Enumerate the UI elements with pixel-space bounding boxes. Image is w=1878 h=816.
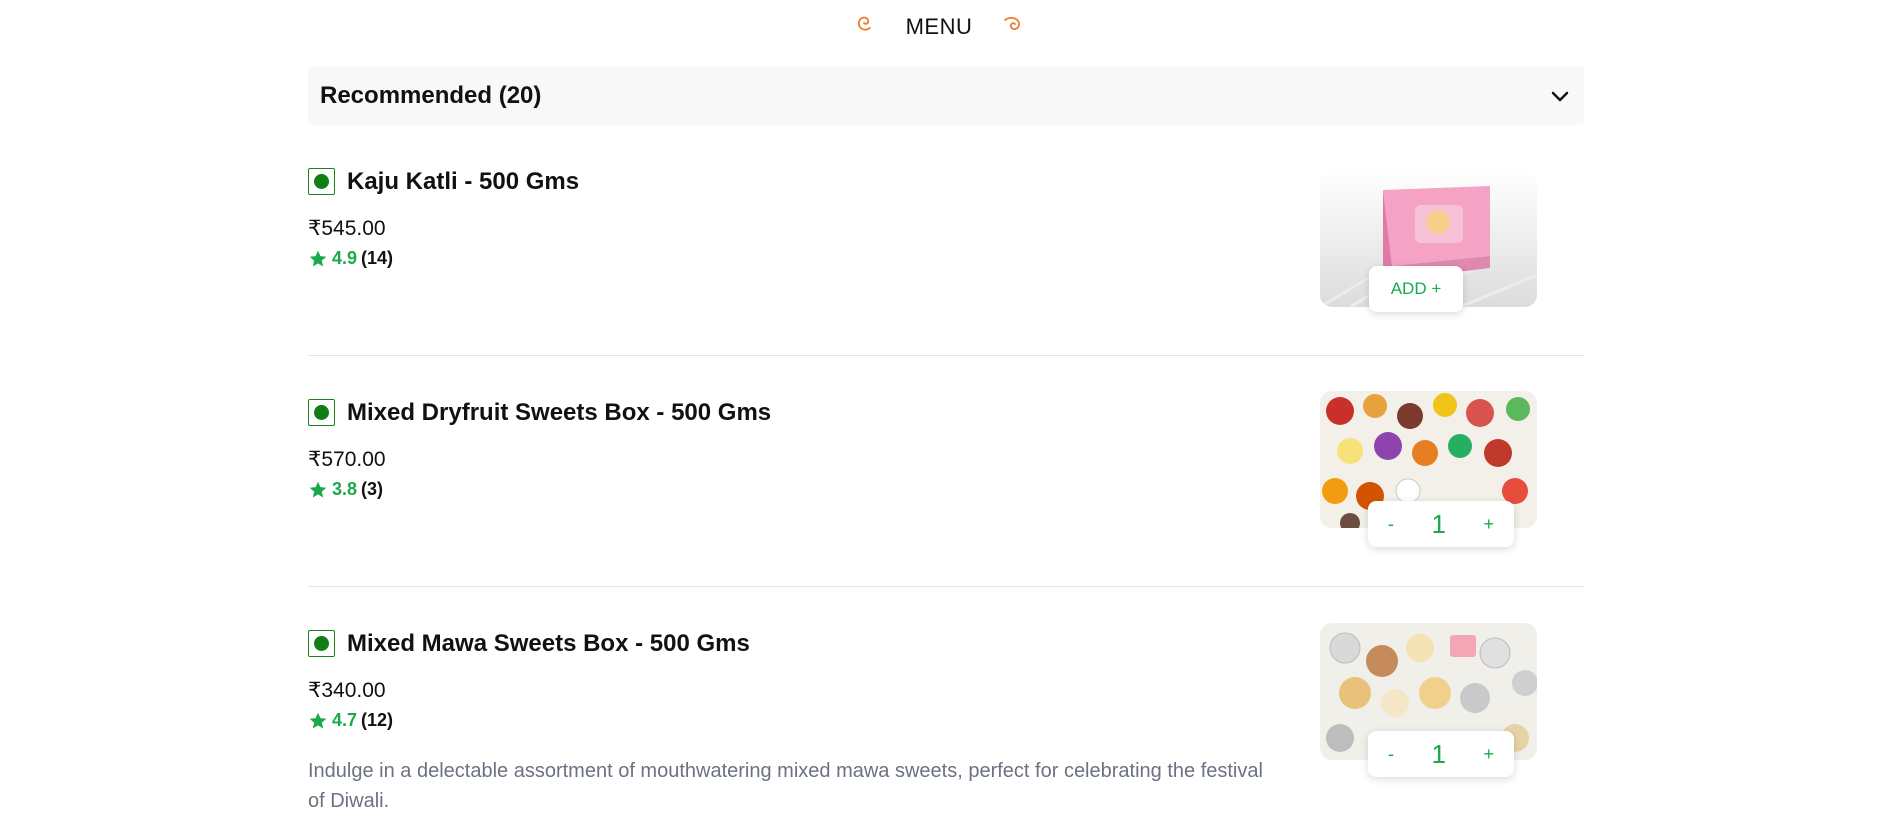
item-price: ₹545.00 [308, 217, 386, 240]
rating-count: (12) [361, 710, 394, 730]
rating-score: 3.8 [332, 479, 358, 499]
swirl-left-icon [857, 16, 871, 31]
star-icon [309, 481, 327, 497]
section-recommended-toggle[interactable]: Recommended (20) [308, 66, 1584, 125]
item-name: Mixed Mawa Sweets Box - 500 Gms [347, 630, 750, 657]
increase-quantity-button[interactable]: + [1483, 744, 1494, 765]
quantity-value: 1 [1431, 738, 1446, 769]
decrease-quantity-button[interactable]: - [1388, 744, 1394, 765]
veg-icon [308, 399, 335, 426]
menu-header: MENU [0, 0, 1878, 54]
increase-quantity-button[interactable]: + [1483, 514, 1494, 535]
swirl-right-icon [1004, 17, 1021, 31]
add-to-cart-button[interactable]: ADD + [1369, 266, 1463, 312]
item-rating: 3.8 (3) [308, 479, 383, 500]
item-divider [308, 355, 1584, 356]
item-price: ₹570.00 [308, 448, 386, 471]
item-divider [308, 586, 1584, 587]
rating-count: (3) [361, 479, 384, 499]
rating-score: 4.7 [332, 710, 358, 730]
rating-count: (14) [361, 248, 394, 268]
item-description: Indulge in a delectable assortment of mo… [308, 760, 1263, 812]
item-price: ₹340.00 [308, 679, 386, 702]
item-name: Kaju Katli - 500 Gms [347, 168, 580, 195]
menu-item: Mixed Dryfruit Sweets Box - 500 Gms ₹570… [308, 391, 1584, 587]
item-name: Mixed Dryfruit Sweets Box - 500 Gms [347, 399, 772, 426]
veg-icon [308, 630, 335, 657]
section-title: Recommended (20) [320, 81, 542, 109]
quantity-value: 1 [1431, 508, 1446, 539]
item-rating: 4.7 (12) [308, 710, 393, 731]
star-icon [309, 712, 327, 728]
chevron-down-icon[interactable] [1548, 84, 1572, 108]
menu-item: Mixed Mawa Sweets Box - 500 Gms ₹340.00 … [308, 623, 1584, 814]
rating-score: 4.9 [332, 248, 358, 268]
star-icon [309, 250, 327, 266]
item-rating: 4.9 (14) [308, 248, 393, 269]
quantity-stepper[interactable]: - 1 + [1368, 501, 1514, 547]
menu-item: Kaju Katli - 500 Gms ₹545.00 4.9 (14) AD… [308, 166, 1584, 356]
decrease-quantity-button[interactable]: - [1388, 514, 1394, 535]
menu-title: MENU [905, 14, 973, 39]
veg-icon [308, 168, 335, 195]
quantity-stepper[interactable]: - 1 + [1368, 731, 1514, 777]
